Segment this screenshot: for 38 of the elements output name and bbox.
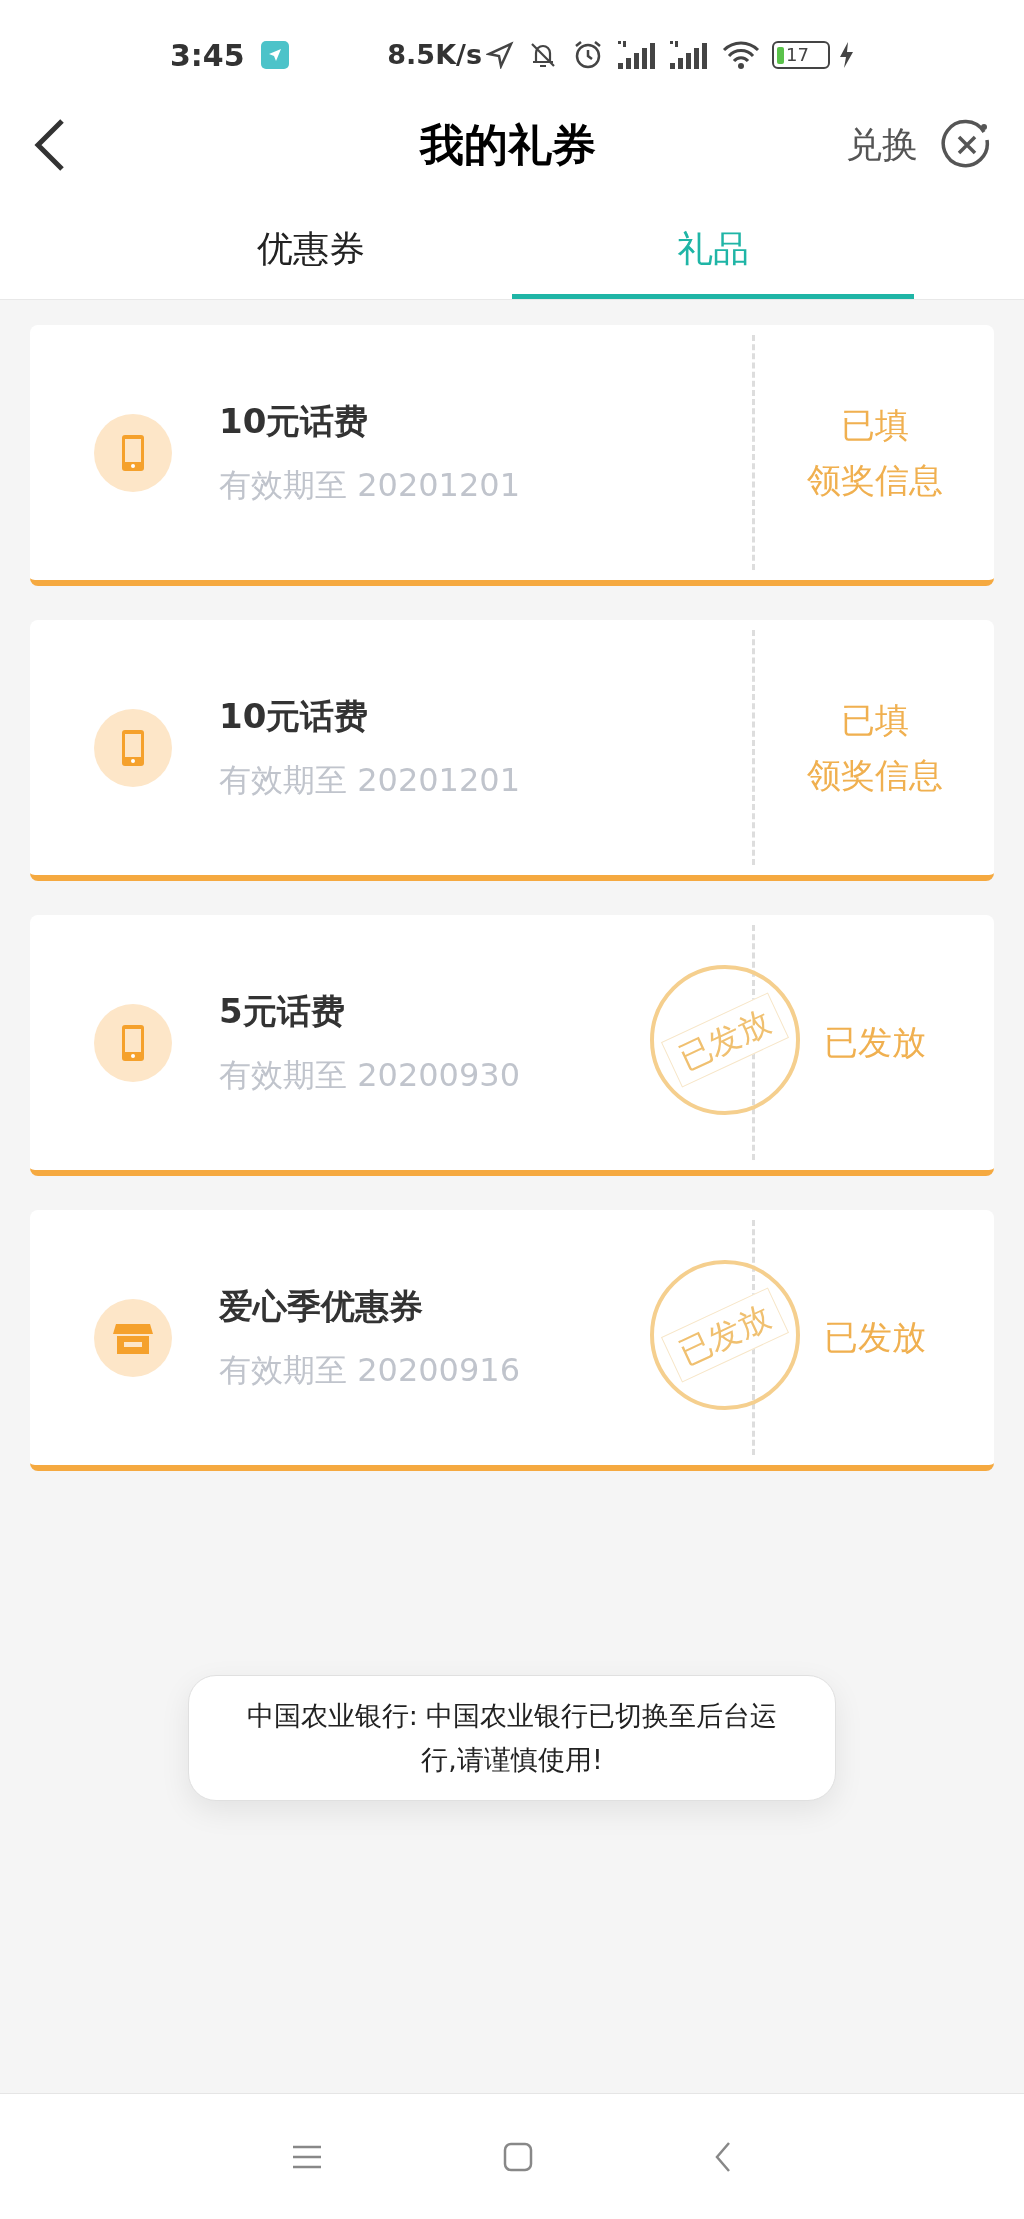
location-icon (486, 41, 514, 69)
gift-card[interactable]: 爱心季优惠券 有效期至 20200916 已发放 已发放 (30, 1210, 994, 1471)
shop-icon (94, 1298, 172, 1377)
gift-card[interactable]: 10元话费 有效期至 20201201 已填 领奖信息 (30, 325, 994, 586)
status-text: 已填 (840, 698, 909, 742)
gift-title: 爱心季优惠券 (219, 1285, 424, 1328)
battery-indicator: 17 (772, 41, 830, 69)
network-speed: 8.5K/s (387, 37, 482, 72)
gift-card[interactable]: 10元话费 有效期至 20201201 已填 领奖信息 (30, 620, 994, 881)
tab[interactable]: 优惠券 (110, 190, 512, 299)
status-text: 领奖信息 (806, 753, 943, 797)
charging-icon (838, 41, 854, 69)
issued-stamp: 已发放 (650, 965, 800, 1115)
phone-icon (94, 413, 172, 492)
page-title: 我的礼券 (420, 118, 596, 172)
validity-date: 有效期至 20200916 (219, 1350, 521, 1391)
phone-icon (94, 708, 172, 787)
validity-date: 有效期至 20200930 (219, 1055, 521, 1096)
signal-icon (616, 39, 656, 71)
navigation-icon (260, 41, 289, 69)
issued-stamp: 已发放 (650, 1260, 800, 1410)
gift-title: 10元话费 (219, 400, 370, 443)
phone-icon (94, 1003, 172, 1082)
gift-card[interactable]: 5元话费 有效期至 20200930 已发放 已发放 (30, 915, 994, 1176)
redeem-button[interactable]: 兑换 (846, 118, 918, 172)
status-text: 已填 (840, 403, 909, 447)
validity-date: 有效期至 20201201 (219, 760, 521, 801)
gift-title: 10元话费 (219, 695, 370, 738)
gift-title: 5元话费 (219, 990, 346, 1033)
wifi-icon (722, 40, 760, 70)
signal-icon (668, 39, 708, 71)
validity-date: 有效期至 20201201 (219, 465, 521, 506)
status-text: 已发放 (823, 1021, 926, 1064)
status-text: 已发放 (823, 1316, 926, 1359)
toast-message: 中国农业银行: 中国农业银行已切换至后台运行,请谨慎使用! (188, 1675, 836, 1801)
home-icon[interactable] (503, 2141, 533, 2172)
status-time: 3:45 (170, 36, 245, 75)
status-text: 领奖信息 (806, 458, 943, 502)
